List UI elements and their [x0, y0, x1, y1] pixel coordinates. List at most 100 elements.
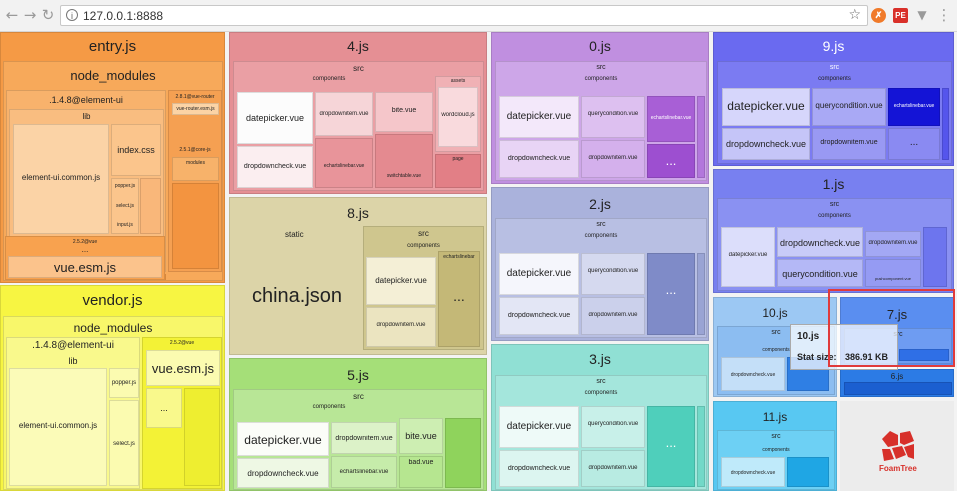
module-datepicker[interactable]: datepicker.vue: [237, 422, 329, 456]
address-bar[interactable]: i 127.0.0.1:8888 ☆: [60, 5, 868, 26]
group-src[interactable]: src components datepicker.vue dropdownch…: [233, 389, 484, 490]
module-switchtable[interactable]: switchtable.vue: [375, 134, 433, 188]
module-more[interactable]: ...: [888, 128, 940, 160]
group-src[interactable]: src components datepicker.vue dropdownch…: [495, 61, 707, 181]
chunk-8[interactable]: 8.js static china.json src components da…: [229, 197, 487, 355]
module-dropdowncheck[interactable]: dropdowncheck.vue: [777, 227, 863, 257]
group-src[interactable]: src components datepicker.vue dropdownit…: [363, 226, 484, 350]
module-vue-esm[interactable]: vue.esm.js: [146, 350, 220, 386]
module-bite[interactable]: bite.vue: [399, 418, 443, 454]
treemap-canvas[interactable]: entry.js node_modules .1.4.8@element-ui …: [0, 32, 957, 491]
module-dropdowncheck[interactable]: dropdowncheck.vue: [499, 450, 579, 487]
group-src[interactable]: src components dropdowncheck.vue: [717, 430, 835, 490]
module-echarts[interactable]: echartslinebar.vue: [888, 88, 940, 126]
reload-icon[interactable]: ↻: [40, 7, 56, 23]
module-popper[interactable]: popper.js select.js input.js: [111, 178, 139, 234]
module-china-json[interactable]: china.json: [233, 242, 361, 350]
module-pushcomponent[interactable]: pushcomponent.vue: [865, 259, 921, 287]
module-dropdowncheck[interactable]: dropdowncheck.vue: [721, 357, 785, 391]
module-dropdownitem[interactable]: dropdownitem.vue: [315, 92, 373, 136]
group-assets[interactable]: assets wordcloud.js: [435, 76, 481, 152]
module-grid[interactable]: [844, 382, 952, 395]
module-datepicker[interactable]: datepicker.vue: [722, 88, 810, 126]
chunk-6[interactable]: 6.js: [840, 369, 954, 397]
chunk-4[interactable]: 4.js src components datepicker.vue dropd…: [229, 32, 487, 194]
module-querycondition[interactable]: querycondition.vue: [777, 259, 863, 287]
group-src[interactable]: src components datepicker.vue dropdownch…: [495, 375, 707, 490]
module-dropdownitem[interactable]: dropdownitem.vue: [366, 307, 436, 347]
module-dropdowncheck[interactable]: dropdowncheck.vue: [237, 146, 313, 188]
chunk-3[interactable]: 3.js src components datepicker.vue dropd…: [491, 344, 709, 491]
group-src[interactable]: src components datepicker.vue dropdownch…: [495, 218, 707, 338]
module-grid[interactable]: [923, 227, 947, 287]
module-grid[interactable]: [445, 418, 481, 488]
module-element-common[interactable]: element-ui.common.js: [13, 124, 109, 234]
module-datepicker[interactable]: datepicker.vue: [721, 227, 775, 287]
group-lib[interactable]: lib element-ui.common.js index.css poppe…: [9, 109, 164, 237]
module-grid[interactable]: [787, 457, 829, 487]
module-more[interactable]: ...: [647, 144, 695, 178]
menu-icon[interactable]: ⋮: [936, 7, 952, 23]
module-dropdowncheck[interactable]: dropdowncheck.vue: [237, 458, 329, 488]
chunk-5[interactable]: 5.js src components datepicker.vue dropd…: [229, 358, 487, 491]
module-dropdownitem[interactable]: dropdownitem.vue: [812, 128, 886, 160]
module-dropdowncheck[interactable]: dropdowncheck.vue: [499, 297, 579, 335]
module-echarts[interactable]: echartslinebar.vue: [315, 138, 373, 188]
group-src[interactable]: src components datepicker.vue dropdownch…: [717, 61, 952, 164]
group-src[interactable]: src components datepicker.vue dropdownch…: [233, 61, 484, 191]
module-wordcloud[interactable]: wordcloud.js: [438, 87, 478, 147]
module-bite[interactable]: bite.vue: [375, 92, 433, 132]
group-element-ui[interactable]: .1.4.8@element-ui lib element-ui.common.…: [6, 337, 140, 489]
info-icon[interactable]: i: [66, 9, 78, 21]
module-dropdownitem[interactable]: dropdownitem.vue: [581, 297, 645, 335]
chunk-entry[interactable]: entry.js node_modules .1.4.8@element-ui …: [0, 32, 225, 283]
forward-icon[interactable]: →: [22, 7, 38, 23]
module-grid[interactable]: [184, 388, 220, 486]
module-echarts[interactable]: echartslinebar ...: [438, 251, 480, 347]
module-more[interactable]: ...: [647, 406, 695, 487]
module-datepicker[interactable]: datepicker.vue: [499, 253, 579, 295]
chunk-9[interactable]: 9.js src components datepicker.vue dropd…: [713, 32, 954, 166]
group-page[interactable]: page: [435, 154, 481, 188]
module-index-css[interactable]: index.css: [111, 124, 161, 176]
module-small[interactable]: [697, 406, 705, 487]
module-echarts[interactable]: echartslinebar.vue: [647, 96, 695, 142]
group-vue[interactable]: 2.5.2@vue vue.esm.js ...: [142, 337, 222, 489]
chunk-11[interactable]: 11.js src components dropdowncheck.vue: [713, 401, 837, 491]
module-dropdownitem[interactable]: dropdownitem.vue: [865, 231, 921, 257]
module-small[interactable]: [697, 253, 705, 335]
chunk-1[interactable]: 1.js src components datepicker.vue dropd…: [713, 169, 954, 293]
module-vue-esm[interactable]: vue.esm.js: [8, 256, 162, 278]
extension-icon[interactable]: ✗: [871, 8, 886, 23]
module-dropdownitem[interactable]: dropdownitem.vue: [581, 140, 645, 178]
module-echarts[interactable]: echartslinebar.vue: [331, 456, 397, 488]
group-vue-router[interactable]: 2.8.1@vue-router vue-router.esm.js 2.5.1…: [168, 90, 222, 272]
module-datepicker[interactable]: datepicker.vue: [499, 406, 579, 448]
module-small[interactable]: [942, 88, 949, 160]
module-querycondition[interactable]: querycondition.vue: [812, 88, 886, 126]
shield-icon[interactable]: ▼: [914, 7, 930, 23]
back-icon[interactable]: ←: [4, 7, 20, 23]
module-small[interactable]: ...: [146, 388, 182, 428]
module-datepicker[interactable]: datepicker.vue: [237, 92, 313, 144]
url-text[interactable]: 127.0.0.1:8888: [83, 9, 163, 23]
module-dropdownitem[interactable]: dropdownitem.vue: [331, 422, 397, 454]
module-grid[interactable]: [172, 183, 219, 269]
module-datepicker[interactable]: datepicker.vue: [366, 257, 436, 305]
module-datepicker[interactable]: datepicker.vue: [499, 96, 579, 138]
module-dropdowncheck[interactable]: dropdowncheck.vue: [499, 140, 579, 178]
module-small[interactable]: [140, 178, 161, 234]
group-src[interactable]: src components datepicker.vue dropdownch…: [717, 198, 952, 291]
module-more[interactable]: ...: [647, 253, 695, 335]
module-popper[interactable]: popper.js: [109, 368, 139, 398]
group-vue[interactable]: 2.5.2@vue ... vue.esm.js: [5, 236, 165, 280]
module-querycondition[interactable]: querycondition.vue: [581, 96, 645, 138]
module-vue-router[interactable]: vue-router.esm.js: [172, 103, 219, 115]
module-querycondition[interactable]: querycondition.vue: [581, 406, 645, 448]
module-element-common[interactable]: element-ui.common.js: [9, 368, 107, 486]
chunk-vendor[interactable]: vendor.js node_modules .1.4.8@element-ui…: [0, 285, 225, 491]
module-dropdowncheck[interactable]: dropdowncheck.vue: [722, 128, 810, 160]
group-node-modules[interactable]: node_modules .1.4.8@element-ui lib eleme…: [3, 316, 223, 490]
module-bad[interactable]: bad.vue: [399, 456, 443, 488]
extension-icon[interactable]: PE: [893, 8, 908, 23]
